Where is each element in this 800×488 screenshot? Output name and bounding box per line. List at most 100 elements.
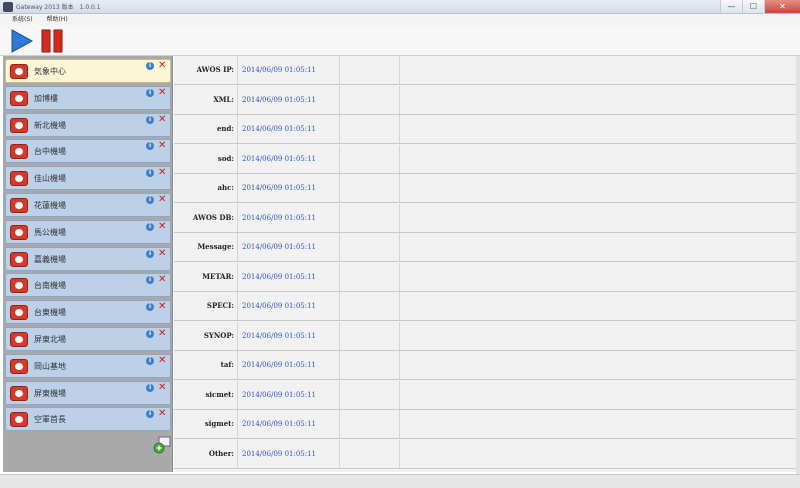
info-icon[interactable]: i	[146, 142, 154, 151]
menu-help[interactable]: 帮助(H)	[47, 14, 68, 26]
table-row: AWOS IP: 2014/06/09 01:05:11	[174, 56, 796, 85]
site-item[interactable]: 屏東北場 i ✕	[5, 327, 171, 351]
row-name: sod:	[174, 144, 238, 173]
info-icon[interactable]: i	[146, 330, 154, 338]
table-row: Other: 2014/06/09 01:05:11	[174, 439, 796, 469]
info-icon[interactable]: i	[146, 249, 154, 258]
site-item[interactable]: 台東機場 i ✕	[5, 300, 171, 325]
info-icon[interactable]: i	[146, 383, 154, 392]
site-item[interactable]: 新北機場 i ✕	[5, 112, 171, 137]
delete-icon[interactable]: ✕	[158, 167, 166, 179]
menu-bar: 系统(S) 帮助(H)	[0, 14, 800, 26]
site-item[interactable]: 馬公機場 i ✕	[5, 219, 171, 244]
info-icon[interactable]: i	[146, 303, 154, 312]
info-icon[interactable]: i	[146, 276, 154, 285]
alert-status-icon	[10, 332, 28, 347]
delete-icon[interactable]: ✕	[158, 114, 166, 126]
close-button[interactable]: ✕	[764, 0, 800, 13]
site-item-label: 屏東機場	[34, 388, 66, 398]
table-row: XML: 2014/06/09 01:05:11	[174, 85, 796, 115]
delete-icon[interactable]: ✕	[158, 140, 166, 152]
delete-icon[interactable]: ✕	[158, 328, 166, 340]
window-controls: — ☐ ✕	[720, 0, 800, 14]
table-row: METAR: 2014/06/09 01:05:11	[174, 262, 796, 292]
table-row: taf: 2014/06/09 01:05:11	[174, 351, 796, 380]
info-icon[interactable]: i	[146, 88, 154, 97]
info-icon[interactable]: i	[146, 222, 154, 231]
row-cell-empty	[340, 144, 400, 173]
row-cell-empty	[400, 115, 796, 143]
row-time: 2014/06/09 01:05:11	[238, 262, 340, 291]
row-cell-empty	[340, 174, 400, 202]
row-cell-empty	[340, 292, 400, 320]
pause-icon[interactable]	[40, 29, 64, 53]
site-item[interactable]: 台南機場 i ✕	[5, 273, 171, 298]
site-item[interactable]: 屏東機場 i ✕	[5, 380, 171, 405]
row-time: 2014/06/09 01:05:11	[238, 233, 340, 261]
delete-icon[interactable]: ✕	[158, 87, 166, 99]
row-name: AWOS DB:	[174, 203, 238, 232]
row-cell-empty	[400, 86, 796, 114]
delete-icon[interactable]: ✕	[158, 248, 166, 260]
delete-icon[interactable]: ✕	[158, 301, 166, 313]
row-cell-empty	[340, 262, 400, 291]
row-time: 2014/06/09 01:05:11	[238, 439, 340, 468]
site-item[interactable]: 嘉義機場 i ✕	[5, 246, 171, 271]
vertical-scrollbar[interactable]	[796, 56, 800, 474]
row-name: AWOS IP:	[174, 56, 238, 84]
site-item-label: 花蓮機場	[34, 201, 66, 210]
row-time: 2014/06/09 01:05:11	[238, 203, 340, 232]
row-cell-empty	[400, 292, 796, 320]
info-icon[interactable]: i	[146, 169, 154, 178]
info-icon[interactable]: i	[146, 115, 154, 124]
maximize-button[interactable]: ☐	[742, 0, 764, 13]
delete-icon[interactable]: ✕	[158, 194, 166, 206]
site-item[interactable]: 空軍首長 i ✕	[5, 407, 171, 432]
site-item[interactable]: 岡山基地 i ✕	[5, 353, 171, 378]
minimize-button[interactable]: —	[720, 0, 742, 13]
info-icon[interactable]: i	[146, 356, 154, 365]
delete-icon[interactable]: ✕	[158, 382, 166, 394]
row-cell-empty	[340, 351, 400, 379]
delete-icon[interactable]: ✕	[158, 408, 166, 420]
row-time: 2014/06/09 01:05:11	[238, 85, 340, 114]
alert-status-icon	[10, 305, 28, 321]
alert-status-icon	[10, 385, 28, 401]
site-list: 気象中心 i ✕ 加博樓 i ✕ 新北機場 i ✕ 台中機場 i ✕ 佳山機場 i ✕ 花蓮機場 i ✕ 馬公機場 i…	[3, 56, 173, 472]
site-item[interactable]: 台中機場 i ✕	[5, 139, 171, 164]
site-item[interactable]: 佳山機場 i ✕	[5, 166, 171, 191]
row-name: ahc:	[174, 174, 238, 202]
info-icon[interactable]: i	[146, 196, 154, 204]
table-row: end: 2014/06/09 01:05:11	[174, 115, 796, 144]
row-cell-empty	[340, 85, 400, 114]
table-row: sigmet: 2014/06/09 01:05:11	[174, 410, 796, 439]
menu-system[interactable]: 系统(S)	[12, 14, 33, 26]
row-cell-empty	[340, 115, 400, 143]
play-icon[interactable]	[10, 29, 34, 53]
site-item[interactable]: 花蓮機場 i ✕	[5, 193, 171, 217]
row-time: 2014/06/09 01:05:11	[238, 351, 340, 379]
info-icon[interactable]: i	[146, 410, 154, 419]
delete-icon[interactable]: ✕	[158, 355, 166, 367]
row-name: sigmet:	[174, 410, 238, 438]
site-item-label: 嘉義機場	[34, 254, 66, 264]
row-cell-empty	[400, 440, 796, 468]
site-item[interactable]: 加博樓 i ✕	[5, 85, 171, 110]
row-name: end:	[174, 115, 238, 143]
window-title: Gateway 2013 版本 1.0.0.1	[16, 4, 101, 11]
status-bar	[0, 474, 800, 488]
row-name: SYNOP:	[174, 321, 238, 350]
info-icon[interactable]: i	[146, 62, 154, 70]
site-item-label: 空軍首長	[34, 415, 66, 425]
delete-icon[interactable]: ✕	[158, 221, 166, 233]
add-monitor-icon[interactable]	[153, 436, 171, 454]
row-time: 2014/06/09 01:05:11	[238, 380, 340, 409]
delete-icon[interactable]: ✕	[158, 60, 166, 72]
site-item-label: 岡山基地	[34, 361, 66, 371]
table-row: ahc: 2014/06/09 01:05:11	[174, 174, 796, 203]
row-time: 2014/06/09 01:05:11	[238, 115, 340, 143]
row-name: taf:	[174, 351, 238, 379]
site-item[interactable]: 気象中心 i ✕	[5, 59, 171, 83]
site-item-label: 加博樓	[34, 93, 58, 103]
delete-icon[interactable]: ✕	[158, 274, 166, 286]
